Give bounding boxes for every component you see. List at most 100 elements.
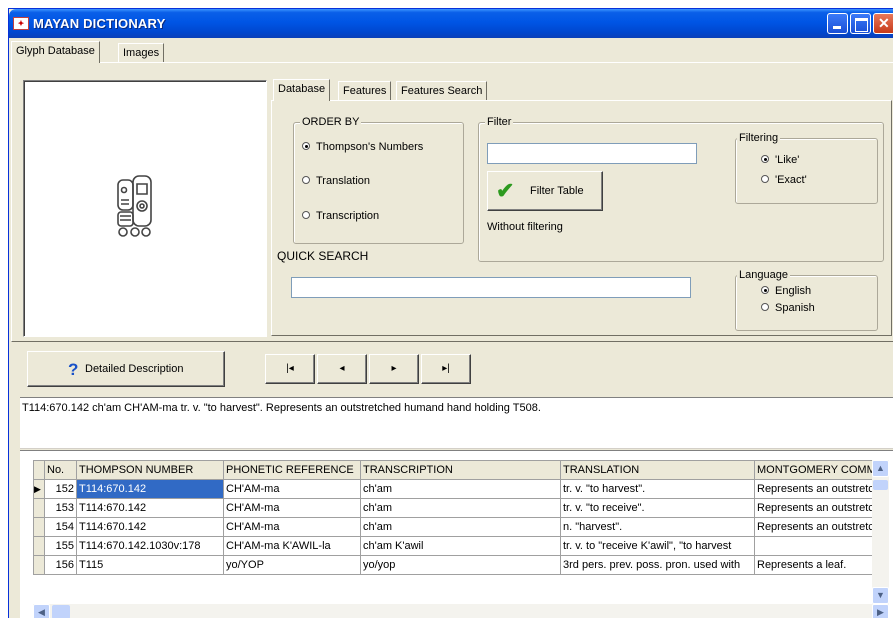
quick-search-label: QUICK SEARCH	[277, 249, 369, 263]
column-header[interactable]: MONTGOMERY COMM	[754, 460, 888, 480]
column-header[interactable]: TRANSLATION	[560, 460, 755, 480]
maximize-button[interactable]	[850, 13, 871, 34]
table-cell[interactable]: 3rd pers. prev. poss. pron. used with	[560, 555, 755, 575]
detailed-description-button[interactable]: ? Detailed Description	[27, 351, 225, 387]
table-header-row: No. THOMPSON NUMBER PHONETIC REFERENCE T…	[33, 460, 888, 480]
table-cell[interactable]: tr. v. "to harvest".	[560, 479, 755, 499]
table-cell[interactable]: Represents an outstretch	[754, 498, 888, 518]
last-record-button[interactable]: ▸|	[421, 354, 471, 384]
tab-glyph-database[interactable]: Glyph Database	[11, 41, 100, 63]
help-icon: ?	[68, 360, 79, 379]
table-cell[interactable]: 156	[44, 555, 77, 575]
language-english-radio[interactable]: English	[761, 285, 811, 297]
table-cell[interactable]: ch'am	[360, 498, 561, 518]
order-translation-radio[interactable]: Translation	[302, 175, 370, 187]
table-cell[interactable]: T115	[76, 555, 224, 575]
radio-selected-icon	[761, 286, 769, 295]
horizontal-scrollbar[interactable]: ◀ ▶	[33, 604, 889, 618]
order-transcription-radio[interactable]: Transcription	[302, 210, 379, 222]
table-row[interactable]: 155 T114:670.142.1030v:178 CH'AM-ma K'AW…	[33, 536, 888, 556]
results-table: No. THOMPSON NUMBER PHONETIC REFERENCE T…	[33, 460, 888, 575]
table-cell[interactable]: 154	[44, 517, 77, 537]
previous-record-button[interactable]: ◂	[317, 354, 367, 384]
table-cell[interactable]: yo/yop	[360, 555, 561, 575]
minimize-button[interactable]	[827, 13, 848, 34]
table-cell[interactable]: 152	[44, 479, 77, 499]
vertical-scrollbar[interactable]: ▲ ▼	[872, 460, 889, 604]
table-row[interactable]: ▶ 152 T114:670.142 CH'AM-ma ch'am tr. v.…	[33, 479, 888, 499]
scroll-down-icon[interactable]: ▼	[872, 587, 889, 604]
table-cell[interactable]: 153	[44, 498, 77, 518]
window-title: MAYAN DICTIONARY	[33, 16, 166, 31]
tab-features[interactable]: Features	[338, 81, 392, 101]
table-row[interactable]: 153 T114:670.142 CH'AM-ma ch'am tr. v. "…	[33, 498, 888, 518]
header-indicator	[33, 460, 45, 480]
title-bar[interactable]: ✦ MAYAN DICTIONARY	[9, 9, 893, 38]
scroll-up-icon[interactable]: ▲	[872, 460, 889, 477]
table-cell[interactable]: CH'AM-ma K'AWIL-la	[223, 536, 361, 556]
table-cell[interactable]: CH'AM-ma	[223, 498, 361, 518]
first-record-button[interactable]: |◂	[265, 354, 315, 384]
next-record-button[interactable]: ▸	[369, 354, 419, 384]
filtering-like-radio[interactable]: 'Like'	[761, 154, 799, 166]
row-indicator	[33, 536, 45, 556]
table-cell[interactable]: tr. v. to "receive K'awil", "to harvest	[560, 536, 755, 556]
order-by-label: ORDER BY	[300, 116, 362, 128]
table-cell[interactable]: T114:670.142.1030v:178	[76, 536, 224, 556]
radio-selected-icon	[302, 142, 310, 151]
vertical-scroll-thumb[interactable]	[873, 480, 888, 490]
table-cell[interactable]: Represents an outstretch	[754, 517, 888, 537]
language-label: Language	[737, 269, 790, 281]
table-cell[interactable]: ch'am	[360, 479, 561, 499]
filter-table-button[interactable]: ✔ Filter Table	[487, 171, 603, 211]
tab-features-search[interactable]: Features Search	[396, 81, 488, 101]
tab-images[interactable]: Images	[118, 43, 165, 63]
column-header[interactable]: No.	[44, 460, 77, 480]
app-window: ✦ MAYAN DICTIONARY Glyph Database Images	[8, 8, 893, 618]
row-indicator	[33, 498, 45, 518]
row-indicator	[33, 517, 45, 537]
tab-database[interactable]: Database	[273, 79, 331, 101]
table-cell[interactable]: T114:670.142	[76, 498, 224, 518]
radio-icon	[761, 303, 769, 312]
scroll-right-icon[interactable]: ▶	[872, 604, 889, 618]
scroll-left-icon[interactable]: ◀	[33, 604, 50, 618]
table-cell[interactable]: n. "harvest".	[560, 517, 755, 537]
glyph-image	[117, 175, 152, 237]
radio-icon	[761, 175, 769, 184]
table-row[interactable]: 154 T114:670.142 CH'AM-ma ch'am n. "harv…	[33, 517, 888, 537]
table-cell[interactable]: CH'AM-ma	[223, 517, 361, 537]
table-cell[interactable]: T114:670.142	[76, 479, 224, 499]
filtering-exact-radio[interactable]: 'Exact'	[761, 174, 807, 186]
close-button[interactable]	[873, 13, 893, 34]
row-indicator	[33, 555, 45, 575]
table-cell[interactable]: Represents an outstretch	[754, 479, 888, 499]
table-cell[interactable]: ch'am K'awil	[360, 536, 561, 556]
table-cell[interactable]: ch'am	[360, 517, 561, 537]
table-cell[interactable]: 155	[44, 536, 77, 556]
order-thompson-radio[interactable]: Thompson's Numbers	[302, 141, 423, 153]
filter-status: Without filtering	[487, 221, 563, 233]
table-row[interactable]: 156 T115 yo/YOP yo/yop 3rd pers. prev. p…	[33, 555, 888, 575]
table-cell[interactable]: tr. v. "to receive".	[560, 498, 755, 518]
app-icon: ✦	[13, 17, 29, 30]
description-text: T114:670.142 ch'am CH'AM-ma tr. v. "to h…	[20, 397, 893, 449]
table-cell[interactable]: T114:670.142	[76, 517, 224, 537]
filtering-group: Filtering	[735, 132, 878, 204]
horizontal-scroll-thumb[interactable]	[52, 605, 70, 618]
filtering-label: Filtering	[737, 132, 781, 144]
table-cell[interactable]: yo/YOP	[223, 555, 361, 575]
column-header[interactable]: THOMPSON NUMBER	[76, 460, 224, 480]
filter-input[interactable]	[487, 143, 697, 164]
quick-search-input[interactable]	[291, 277, 691, 298]
table-cell[interactable]	[754, 536, 888, 556]
radio-icon	[302, 176, 310, 185]
filter-label: Filter	[485, 116, 514, 128]
table-cell[interactable]: Represents a leaf.	[754, 555, 888, 575]
radio-icon	[302, 211, 310, 220]
language-spanish-radio[interactable]: Spanish	[761, 302, 815, 314]
column-header[interactable]: PHONETIC REFERENCE	[223, 460, 361, 480]
column-header[interactable]: TRANSCRIPTION	[360, 460, 561, 480]
glyph-image-box	[23, 80, 267, 337]
table-cell[interactable]: CH'AM-ma	[223, 479, 361, 499]
